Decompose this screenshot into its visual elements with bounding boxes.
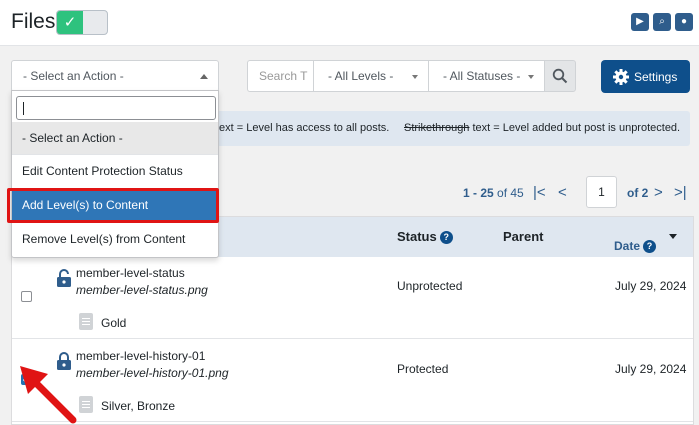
document-icon	[79, 396, 93, 413]
legend-strike-word: Strikethrough	[404, 122, 470, 134]
first-page-icon[interactable]: |<	[533, 184, 546, 201]
document-icon	[79, 313, 93, 330]
user-icon[interactable]: ●	[675, 13, 693, 31]
prev-page-icon[interactable]: <	[558, 184, 567, 201]
levels-filter-select[interactable]: - All Levels -	[313, 60, 428, 92]
search-button[interactable]	[544, 60, 576, 92]
action-select-value: - Select an Action -	[23, 69, 124, 83]
file-levels: Silver, Bronze	[101, 399, 176, 413]
files-toggle[interactable]: ✓	[56, 10, 108, 35]
play-icon[interactable]: ▶	[631, 13, 649, 31]
filter-bar: Search T - All Levels - - All Statuses -	[247, 60, 576, 92]
file-levels: Gold	[101, 316, 127, 330]
status-filter-select[interactable]: - All Statuses -	[428, 60, 544, 92]
legend-text-strike: Strikethrough text = Level added but pos…	[404, 122, 680, 134]
dropdown-option-default[interactable]: - Select an Action -	[12, 122, 218, 155]
row-checkbox[interactable]	[21, 291, 32, 302]
file-date: July 29, 2024	[615, 362, 687, 376]
lock-open-icon	[57, 269, 71, 287]
dropdown-option-remove-levels[interactable]: Remove Level(s) from Content	[12, 223, 218, 256]
legend-text-access: text = Level has access to all posts.	[216, 122, 390, 134]
annotation-highlight-box	[7, 188, 219, 223]
help-icon[interactable]: ?	[643, 240, 657, 253]
file-name: member-level-history-01.png	[76, 366, 229, 380]
pagination-total: of 45	[497, 186, 524, 200]
pagination-range: 1 - 25 of 45	[463, 186, 524, 200]
page-number-input[interactable]: 1	[586, 176, 617, 208]
last-page-icon[interactable]: >|	[674, 184, 687, 201]
search-icon	[552, 68, 568, 84]
table-row: member-level-history-01 member-level-his…	[12, 340, 693, 422]
header-icons: ▶ ⌕ ●	[631, 13, 693, 31]
file-title[interactable]: member-level-status	[76, 266, 185, 280]
column-date[interactable]: Date?	[614, 239, 657, 253]
column-date-label: Date	[614, 239, 641, 253]
next-page-icon[interactable]: >	[654, 184, 663, 201]
dropdown-option-edit-protection[interactable]: Edit Content Protection Status	[12, 155, 218, 188]
status-filter-value: - All Statuses -	[443, 69, 521, 83]
check-icon: ✓	[57, 11, 83, 34]
file-date: July 29, 2024	[615, 279, 687, 293]
settings-label: Settings	[634, 69, 678, 84]
file-title[interactable]: member-level-history-01	[76, 349, 205, 363]
dropdown-search-input[interactable]	[16, 96, 216, 120]
legend-strike-rest: text = Level added but post is unprotect…	[469, 122, 681, 134]
levels-filter-value: - All Levels -	[328, 69, 394, 83]
column-status[interactable]: Status?	[397, 229, 453, 244]
column-status-label: Status	[397, 229, 437, 244]
gear-icon	[613, 68, 629, 85]
chevron-down-icon	[528, 75, 534, 79]
annotation-arrow-icon	[20, 366, 77, 424]
pagination-of-pages: of 2	[627, 186, 649, 200]
page-header: Files ✓ ▶ ⌕ ●	[0, 0, 699, 46]
table-row: member-level-status member-level-status.…	[12, 257, 693, 339]
chevron-up-icon	[200, 74, 208, 79]
search-input[interactable]: Search T	[247, 60, 313, 92]
file-status: Protected	[397, 362, 449, 376]
sort-desc-icon[interactable]	[669, 234, 677, 239]
action-dropdown: - Select an Action - Edit Content Protec…	[11, 90, 219, 258]
column-parent[interactable]: Parent	[503, 229, 543, 244]
pagination-range-value: 1 - 25	[463, 186, 494, 200]
chevron-down-icon	[412, 75, 418, 79]
bulk-action-select[interactable]: - Select an Action -	[11, 60, 219, 92]
file-name: member-level-status.png	[76, 283, 208, 297]
help-icon[interactable]: ?	[439, 231, 453, 244]
settings-button[interactable]: Settings	[601, 60, 690, 93]
file-status: Unprotected	[397, 279, 463, 293]
page-title: Files	[11, 10, 56, 33]
search-doc-icon[interactable]: ⌕	[653, 13, 671, 31]
